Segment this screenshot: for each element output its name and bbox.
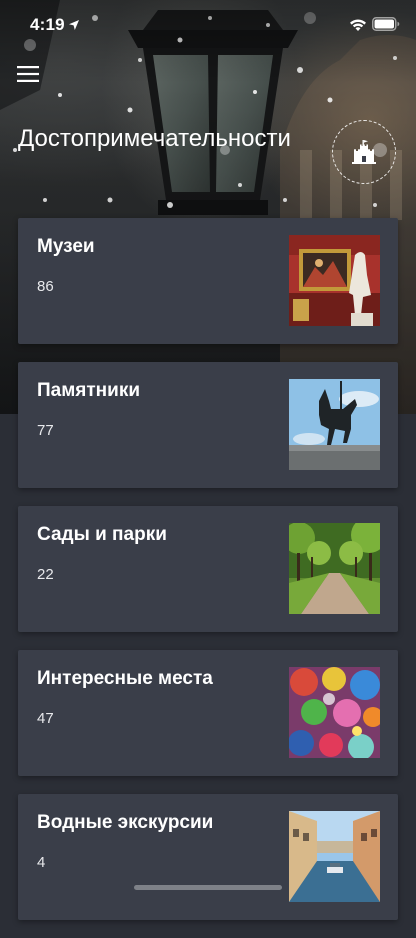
category-card-interesting-places[interactable]: Интересные места 47: [18, 650, 398, 776]
park-alley-photo: [289, 523, 380, 614]
card-title: Водные экскурсии: [37, 812, 214, 833]
card-title: Интересные места: [37, 668, 213, 689]
colorful-mosaic-photo: [289, 667, 380, 758]
card-title: Музеи: [37, 236, 95, 257]
category-card-monuments[interactable]: Памятники 77: [18, 362, 398, 488]
battery-icon: [372, 17, 400, 31]
card-count: 22: [37, 566, 54, 583]
category-card-museums[interactable]: Музеи 86: [18, 218, 398, 344]
card-count: 4: [37, 854, 46, 871]
wifi-icon: [350, 19, 366, 31]
card-title: Сады и парки: [37, 524, 167, 545]
category-card-water-excursions[interactable]: Водные экскурсии 4: [18, 794, 398, 920]
canal-boat-photo: [289, 811, 380, 902]
home-indicator[interactable]: [134, 885, 282, 890]
category-list: Музеи 86 Памятники 77 Сады и парки 22 Ин…: [18, 218, 398, 938]
page-title: Достопримечательности: [18, 125, 291, 152]
hamburger-icon: [17, 66, 39, 82]
status-time: 4:19: [30, 15, 65, 34]
category-card-gardens-parks[interactable]: Сады и парки 22: [18, 506, 398, 632]
card-count: 77: [37, 422, 54, 439]
location-arrow-icon: [69, 20, 79, 30]
castle-icon: [352, 140, 376, 164]
castle-badge-button[interactable]: [332, 120, 396, 184]
museum-painting-photo: [289, 235, 380, 326]
equestrian-monument-photo: [289, 379, 380, 470]
card-count: 86: [37, 278, 54, 295]
status-bar: 4:19: [0, 0, 416, 48]
card-count: 47: [37, 710, 54, 727]
card-title: Памятники: [37, 380, 141, 401]
menu-button[interactable]: [14, 62, 42, 86]
